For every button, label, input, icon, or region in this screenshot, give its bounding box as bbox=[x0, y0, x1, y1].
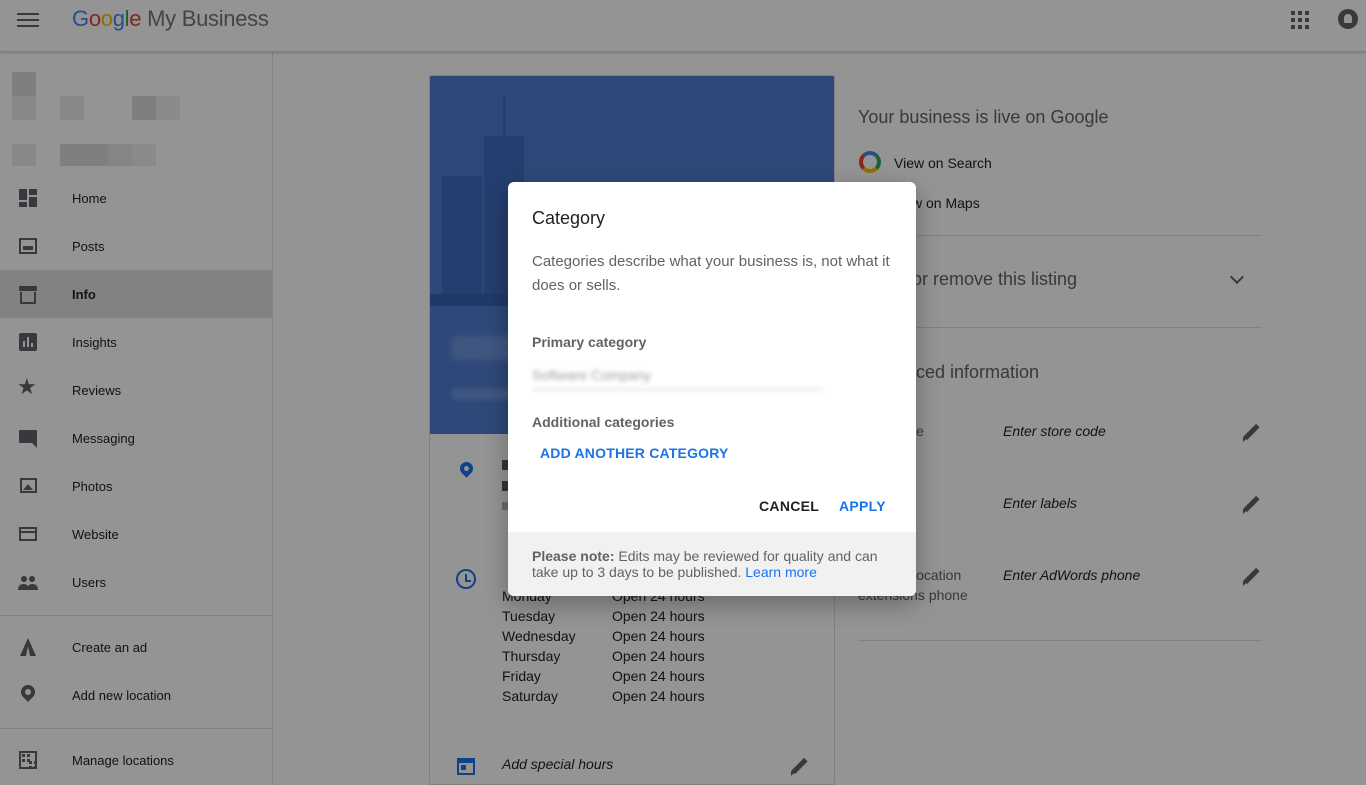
learn-more-link[interactable]: Learn more bbox=[745, 564, 817, 580]
dialog-title: Category bbox=[532, 208, 606, 228]
cancel-button[interactable]: CANCEL bbox=[759, 498, 819, 514]
note-bold-label: Please note: bbox=[532, 548, 615, 564]
add-another-category-button[interactable]: ADD ANOTHER CATEGORY bbox=[540, 445, 729, 461]
note-text: Please note: Edits may be reviewed for q… bbox=[532, 548, 892, 580]
primary-category-label: Primary category bbox=[532, 334, 647, 350]
primary-category-input[interactable] bbox=[532, 360, 822, 390]
dialog-note: Please note: Edits may be reviewed for q… bbox=[508, 532, 916, 596]
apply-button[interactable]: APPLY bbox=[839, 498, 886, 514]
category-dialog: Category Categories describe what your b… bbox=[508, 182, 916, 596]
additional-categories-label: Additional categories bbox=[532, 414, 675, 430]
dialog-description: Categories describe what your business i… bbox=[532, 253, 890, 294]
